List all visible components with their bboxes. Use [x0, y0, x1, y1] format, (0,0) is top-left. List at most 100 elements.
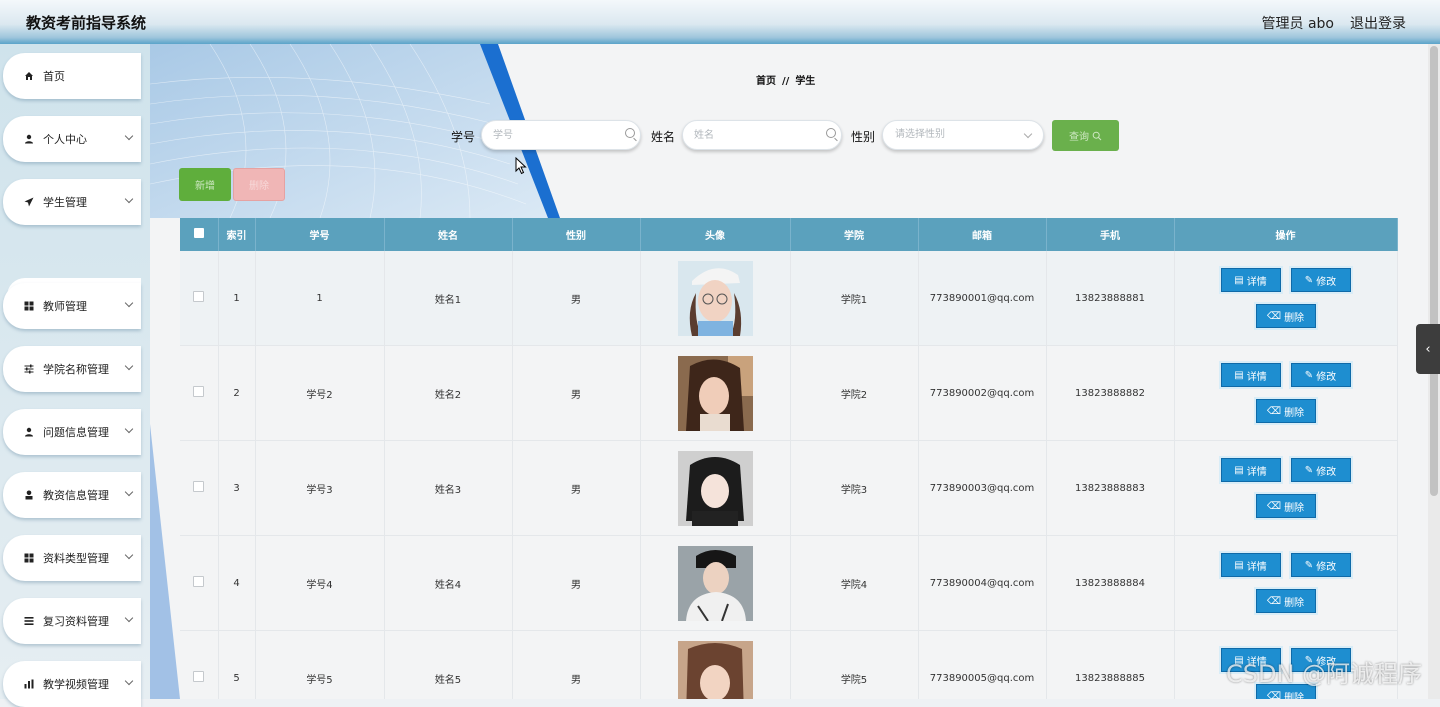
select-all-checkbox[interactable]	[193, 228, 204, 238]
person-icon	[23, 489, 35, 501]
index-cell: 4	[218, 535, 256, 631]
sidebar-item-college-management[interactable]: 学院名称管理	[3, 346, 141, 392]
edit-icon: ✎	[1304, 369, 1314, 381]
edit-button[interactable]: ✎ 修改	[1290, 458, 1351, 482]
sidebar-item-label: 学生管理	[43, 196, 87, 209]
document-icon: ▤	[1234, 369, 1244, 381]
delete-button-label: 删除	[1284, 312, 1305, 324]
edit-button[interactable]: ✎ 修改	[1290, 553, 1351, 577]
row-select-cell	[180, 440, 219, 536]
avatar-cell	[640, 440, 791, 536]
avatar-cell	[640, 345, 791, 441]
home-icon	[23, 70, 35, 82]
gender-cell: 男	[512, 440, 641, 536]
sliders-icon	[23, 363, 35, 375]
scrollbar-thumb[interactable]	[1430, 46, 1438, 496]
query-button[interactable]: 查询	[1052, 120, 1119, 151]
sidebar-item-personal-center[interactable]: 个人中心	[3, 116, 141, 162]
row-select-cell	[180, 535, 219, 631]
student-no-cell: 1	[255, 251, 385, 346]
edit-button[interactable]: ✎ 修改	[1290, 363, 1351, 387]
sidebar-item-teacher-management[interactable]: 教师管理	[3, 283, 141, 329]
collapse-panel-button[interactable]: ‹	[1416, 324, 1440, 374]
row-checkbox[interactable]	[193, 481, 205, 492]
detail-button[interactable]: ▤ 详情	[1220, 458, 1281, 482]
document-icon: ▤	[1234, 464, 1244, 476]
add-button[interactable]: 新增	[179, 168, 231, 201]
avatar-cell	[640, 251, 791, 346]
breadcrumb-separator: //	[782, 76, 790, 87]
index-cell: 1	[218, 251, 256, 346]
column-header: 学号	[255, 218, 385, 251]
detail-button[interactable]: ▤ 详情	[1220, 268, 1281, 292]
table-row: 4 学号4 姓名4 男 学院4 773890004@qq.com 1382388…	[180, 535, 1398, 631]
gender-select[interactable]: 请选择性别	[882, 120, 1044, 150]
email-cell: 773890005@qq.com	[918, 630, 1047, 699]
student-no-label: 学号	[451, 130, 476, 144]
delete-button-label: 删除	[1284, 692, 1305, 700]
email-cell: 773890001@qq.com	[918, 251, 1047, 346]
sidebar-item-review-material-management[interactable]: 复习资料管理	[3, 598, 141, 644]
table-row: 3 学号3 姓名3 男 学院3 773890003@qq.com 1382388…	[180, 440, 1398, 536]
sidebar-item-home[interactable]: 首页	[3, 53, 141, 99]
breadcrumb-home[interactable]: 首页	[756, 76, 776, 87]
table-row: 1 1 姓名1 男 学院1 773890001@qq.com 138238888…	[180, 251, 1398, 346]
sidebar-item-video-management[interactable]: 教学视频管理	[3, 661, 141, 707]
search-icon	[1092, 131, 1102, 140]
phone-cell: 13823888884	[1046, 535, 1175, 631]
row-checkbox[interactable]	[193, 386, 205, 397]
logout-link[interactable]: 退出登录	[1350, 13, 1406, 33]
row-checkbox[interactable]	[193, 671, 205, 682]
chart-icon	[23, 678, 35, 690]
name-label: 姓名	[651, 130, 676, 144]
row-checkbox[interactable]	[193, 576, 205, 587]
operation-cell: ▤ 详情 ✎ 修改 ⌫ 删除	[1174, 251, 1398, 346]
student-no-input[interactable]	[481, 120, 641, 150]
column-header: 姓名	[384, 218, 513, 251]
delete-button[interactable]: ⌫ 删除	[1255, 399, 1316, 423]
delete-button-label: 删除	[1284, 502, 1305, 514]
sidebar-item-label: 教师管理	[43, 300, 87, 313]
sidebar-item-material-type-management[interactable]: 资料类型管理	[3, 535, 141, 581]
delete-button[interactable]: ⌫ 删除	[1255, 589, 1316, 613]
student-no-cell: 学号4	[255, 535, 385, 631]
detail-button[interactable]: ▤ 详情	[1220, 363, 1281, 387]
trash-icon: ⌫	[1266, 500, 1282, 512]
name-input[interactable]	[682, 120, 842, 150]
detail-button-label: 详情	[1246, 466, 1267, 478]
edit-button-label: 修改	[1316, 276, 1337, 288]
column-header: 操作	[1174, 218, 1398, 251]
sidebar-item-cert-info-management[interactable]: 教资信息管理	[3, 472, 141, 518]
column-header: 性别	[512, 218, 641, 251]
sidebar-item-student-management[interactable]: 学生管理	[3, 179, 141, 225]
edit-button[interactable]: ✎ 修改	[1290, 268, 1351, 292]
grid-icon	[23, 300, 35, 312]
delete-button[interactable]: ⌫ 删除	[1255, 494, 1316, 518]
document-icon: ▤	[1234, 274, 1244, 286]
batch-delete-button[interactable]: 删除	[233, 168, 285, 201]
watermark: CSDN @阿诚程序	[1226, 660, 1423, 688]
trash-icon: ⌫	[1266, 690, 1282, 700]
column-header: 索引	[218, 218, 256, 251]
phone-cell: 13823888881	[1046, 251, 1175, 346]
gender-cell: 男	[512, 630, 641, 699]
detail-button[interactable]: ▤ 详情	[1220, 553, 1281, 577]
chevron-down-icon	[124, 131, 134, 141]
detail-button-label: 详情	[1246, 276, 1267, 288]
breadcrumb-current: 学生	[795, 76, 816, 87]
index-cell: 2	[218, 345, 256, 441]
student-no-cell: 学号3	[255, 440, 385, 536]
avatar-cell	[640, 630, 791, 699]
main-content: 首页 // 学生 学号 姓名 性别 请选择性别 查询 新增 删除 索引 学号	[150, 44, 1428, 699]
operation-cell: ▤ 详情 ✎ 修改 ⌫ 删除	[1174, 345, 1398, 441]
edit-button-label: 修改	[1316, 371, 1337, 383]
chevron-down-icon	[124, 487, 134, 497]
trash-icon: ⌫	[1266, 405, 1282, 417]
sidebar-item-question-management[interactable]: 问题信息管理	[3, 409, 141, 455]
delete-button[interactable]: ⌫ 删除	[1255, 304, 1316, 328]
trash-icon: ⌫	[1266, 310, 1282, 322]
delete-button-label: 删除	[1284, 597, 1305, 609]
sidebar-item-label: 个人中心	[43, 133, 87, 146]
column-header: 邮箱	[918, 218, 1047, 251]
row-checkbox[interactable]	[193, 291, 205, 302]
